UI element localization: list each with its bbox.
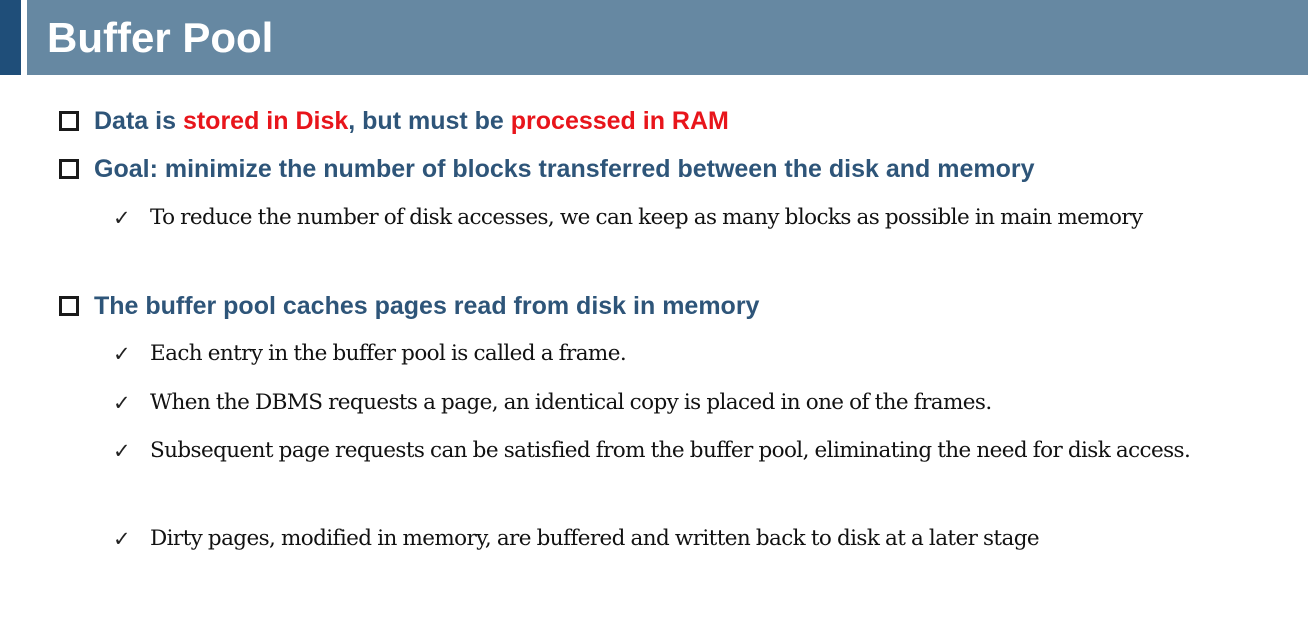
- subbullet-text: Subsequent page requests can be satisfie…: [150, 438, 1191, 463]
- checkmark-icon: ✓: [113, 391, 131, 415]
- bullet-data-storage: Data is stored in Disk, but must be proc…: [59, 106, 729, 136]
- subbullet-subsequent-requests: ✓ Subsequent page requests can be satisf…: [113, 431, 1263, 471]
- checkmark-icon: ✓: [113, 342, 131, 366]
- subbullet-text: To reduce the number of disk accesses, w…: [150, 205, 1143, 230]
- square-bullet-icon: [59, 159, 79, 179]
- checkmark-icon: ✓: [113, 527, 131, 551]
- subbullet-frame: ✓ Each entry in the buffer pool is calle…: [113, 334, 1263, 374]
- slide-content: Data is stored in Disk, but must be proc…: [0, 0, 1308, 638]
- square-bullet-icon: [59, 296, 79, 316]
- bullet-buffer-pool-caches: The buffer pool caches pages read from d…: [59, 291, 759, 321]
- bullet-text: The buffer pool caches pages read from d…: [94, 292, 760, 320]
- subbullet-dbms-requests: ✓ When the DBMS requests a page, an iden…: [113, 383, 1263, 423]
- highlight-processed-in-ram: processed in RAM: [510, 107, 729, 135]
- subbullet-text: When the DBMS requests a page, an identi…: [150, 390, 992, 415]
- square-bullet-icon: [59, 111, 79, 131]
- highlight-stored-in-disk: stored in Disk: [182, 107, 349, 135]
- bullet-text-part: , but must be: [348, 107, 511, 135]
- bullet-goal: Goal: minimize the number of blocks tran…: [59, 154, 1035, 184]
- subbullet-dirty-pages: ✓ Dirty pages, modified in memory, are b…: [113, 519, 1263, 559]
- slide: Buffer Pool Data is stored in Disk, but …: [0, 0, 1308, 638]
- subbullet-reduce-disk-accesses: ✓ To reduce the number of disk accesses,…: [113, 198, 1263, 238]
- checkmark-icon: ✓: [113, 206, 131, 230]
- subbullet-text: Each entry in the buffer pool is called …: [150, 341, 627, 366]
- bullet-text: Data is stored in Disk, but must be proc…: [94, 106, 729, 136]
- bullet-text: Goal: minimize the number of blocks tran…: [94, 155, 1035, 183]
- checkmark-icon: ✓: [113, 439, 131, 463]
- subbullet-text: Dirty pages, modified in memory, are buf…: [150, 526, 1040, 551]
- bullet-text-part: Data is: [94, 107, 183, 135]
